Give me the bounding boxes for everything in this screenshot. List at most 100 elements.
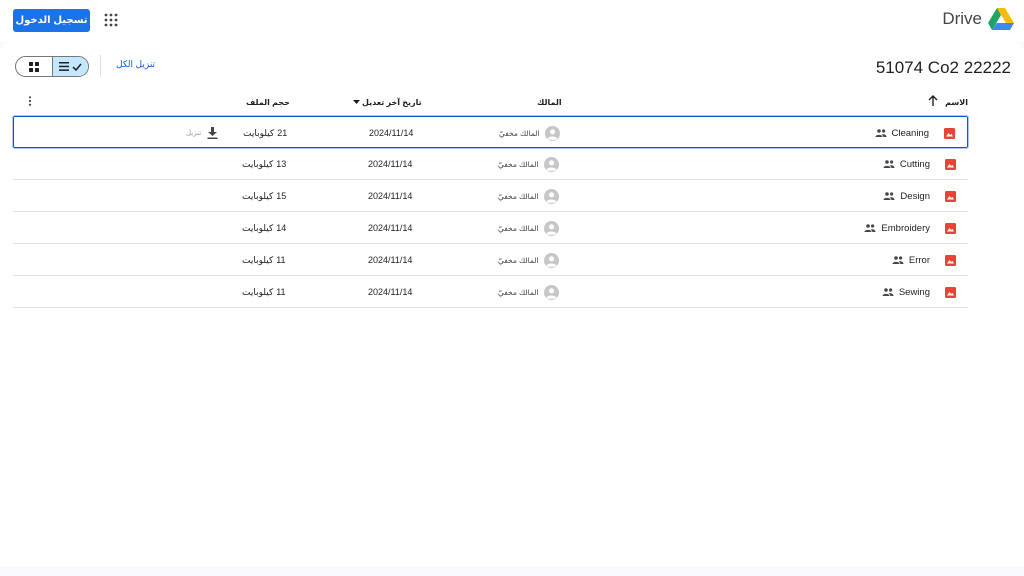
owner-cell: المالك مخفيّ — [498, 276, 559, 308]
grid-view-button[interactable] — [16, 57, 52, 76]
row-download-button[interactable]: تنزيل — [186, 117, 218, 149]
brand-name: Drive — [942, 9, 982, 28]
file-size-value: 14 — [276, 223, 287, 233]
owner-cell: المالك مخفيّ — [499, 117, 560, 149]
owner-cell: المالك مخفيّ — [498, 180, 559, 212]
column-header-modified-label: تاريخ آخر تعديل — [362, 98, 422, 107]
list-view-icon — [58, 62, 69, 71]
file-name: Cleaning — [891, 127, 930, 139]
people-icon — [883, 192, 895, 200]
table-header: حجم الملف تاريخ آخر تعديل المالك الاسم — [13, 92, 968, 116]
owner-cell: المالك مخفيّ — [498, 148, 559, 180]
people-icon — [892, 256, 904, 264]
people-icon — [864, 224, 876, 232]
file-size: 11 كيلوبايت — [242, 276, 286, 308]
table-body: Cleaning المالك مخفيّ 2024/11/14 21 كيلو… — [12, 115, 969, 308]
file-size: 14 كيلوبايت — [242, 212, 286, 244]
modified-date: 2024/11/14 — [368, 159, 413, 169]
grid-view-icon — [28, 61, 39, 72]
image-file-icon — [945, 286, 956, 298]
file-name-cell[interactable]: Cleaning — [875, 117, 930, 149]
modified-date: 2024/11/14 — [368, 255, 413, 265]
file-size: 21 كيلوبايت — [243, 117, 287, 149]
file-name: Error — [908, 254, 930, 266]
file-size: 15 كيلوبايت — [242, 180, 286, 212]
file-size-unit: كيلوبايت — [243, 127, 275, 138]
apps-grid-icon[interactable] — [104, 13, 118, 27]
file-name-cell[interactable]: Design — [883, 180, 930, 212]
modified-date: 2024/11/14 — [368, 287, 413, 297]
file-name: Sewing — [898, 286, 930, 298]
check-icon — [72, 63, 82, 71]
file-size-unit: كيلوبايت — [242, 158, 274, 169]
image-file-icon — [944, 127, 955, 139]
image-file-icon — [945, 158, 956, 170]
file-size: 11 كيلوبايت — [242, 244, 286, 276]
file-size-value: 11 — [276, 255, 286, 265]
file-name: Design — [900, 190, 930, 202]
top-bar: تسجيل الدخول Drive — [0, 0, 1024, 42]
image-file-icon — [945, 254, 956, 266]
file-size-value: 13 — [276, 159, 287, 169]
table-row[interactable]: Cutting المالك مخفيّ 2024/11/14 13 كيلوب… — [13, 148, 968, 180]
download-icon — [207, 127, 218, 139]
file-size-value: 15 — [276, 191, 287, 201]
drive-logo-icon — [988, 8, 1014, 30]
table-row[interactable]: Error المالك مخفيّ 2024/11/14 11 كيلوباي… — [13, 244, 968, 276]
account-circle-icon — [543, 220, 559, 236]
people-icon — [883, 160, 895, 168]
file-name-cell[interactable]: Cutting — [883, 148, 930, 180]
table-row[interactable]: Design المالك مخفيّ 2024/11/14 15 كيلوبا… — [13, 180, 968, 212]
file-name: Embroidery — [881, 222, 930, 234]
file-size: 13 كيلوبايت — [242, 148, 286, 180]
file-type-cell — [945, 148, 956, 180]
toolbar-divider — [100, 55, 101, 77]
owner-name: المالك مخفيّ — [498, 223, 539, 233]
column-header-size[interactable]: حجم الملف — [246, 98, 290, 107]
account-circle-icon — [543, 252, 559, 268]
file-type-cell — [945, 212, 956, 244]
file-name-cell[interactable]: Embroidery — [864, 212, 930, 244]
file-size-unit: كيلوبايت — [242, 190, 274, 201]
account-circle-icon — [543, 284, 559, 300]
file-size-unit: كيلوبايت — [242, 286, 274, 297]
owner-cell: المالك مخفيّ — [498, 244, 559, 276]
column-header-owner[interactable]: المالك — [537, 98, 562, 107]
file-type-cell — [945, 180, 956, 212]
file-size-unit: كيلوبايت — [242, 222, 274, 233]
column-header-name[interactable]: الاسم — [945, 98, 968, 107]
more-vert-icon[interactable] — [27, 96, 33, 106]
file-size-value: 11 — [276, 287, 286, 297]
table-row[interactable]: Cleaning المالك مخفيّ 2024/11/14 21 كيلو… — [12, 115, 969, 149]
table-row[interactable]: Sewing المالك مخفيّ 2024/11/14 11 كيلوبا… — [13, 276, 968, 308]
column-header-modified[interactable]: تاريخ آخر تعديل — [353, 98, 422, 107]
modified-date: 2024/11/14 — [369, 128, 414, 138]
file-name-cell[interactable]: Sewing — [882, 276, 930, 308]
account-circle-icon — [543, 188, 559, 204]
sign-in-button[interactable]: تسجيل الدخول — [13, 9, 90, 32]
account-circle-icon — [543, 156, 559, 172]
view-toggle — [15, 56, 89, 77]
image-file-icon — [945, 190, 956, 202]
table-row[interactable]: Embroidery المالك مخفيّ 2024/11/14 14 كي… — [13, 212, 968, 244]
owner-name: المالك مخفيّ — [499, 128, 540, 138]
list-view-button[interactable] — [51, 57, 88, 76]
file-type-cell — [944, 117, 955, 149]
folder-title: 51074 Co2 22222 — [875, 58, 1011, 77]
sort-dropdown-icon — [353, 100, 360, 104]
drive-brand[interactable]: Drive — [942, 8, 1014, 30]
file-name: Cutting — [899, 158, 930, 170]
file-name-cell[interactable]: Error — [892, 244, 930, 276]
file-type-cell — [945, 244, 956, 276]
owner-name: المالك مخفيّ — [498, 159, 539, 169]
arrow-up-icon[interactable] — [928, 95, 938, 107]
file-size-unit: كيلوبايت — [242, 254, 274, 265]
file-type-cell — [945, 276, 956, 308]
download-all-link[interactable]: تنزيل الكل — [116, 59, 155, 70]
owner-cell: المالك مخفيّ — [498, 212, 559, 244]
modified-date: 2024/11/14 — [368, 223, 413, 233]
people-icon — [882, 288, 894, 296]
file-size-value: 21 — [277, 128, 288, 138]
people-icon — [875, 129, 886, 137]
modified-date: 2024/11/14 — [368, 191, 413, 201]
